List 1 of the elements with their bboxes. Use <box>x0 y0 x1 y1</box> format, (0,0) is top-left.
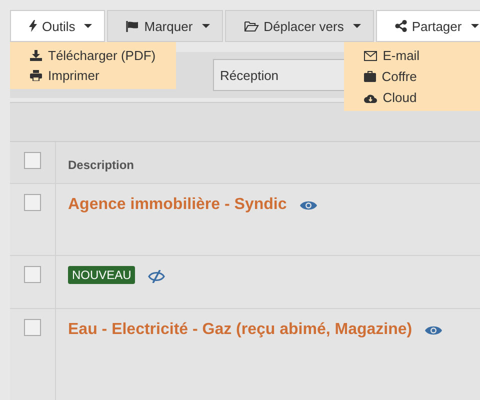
new-badge: NOUVEAU <box>68 266 136 284</box>
